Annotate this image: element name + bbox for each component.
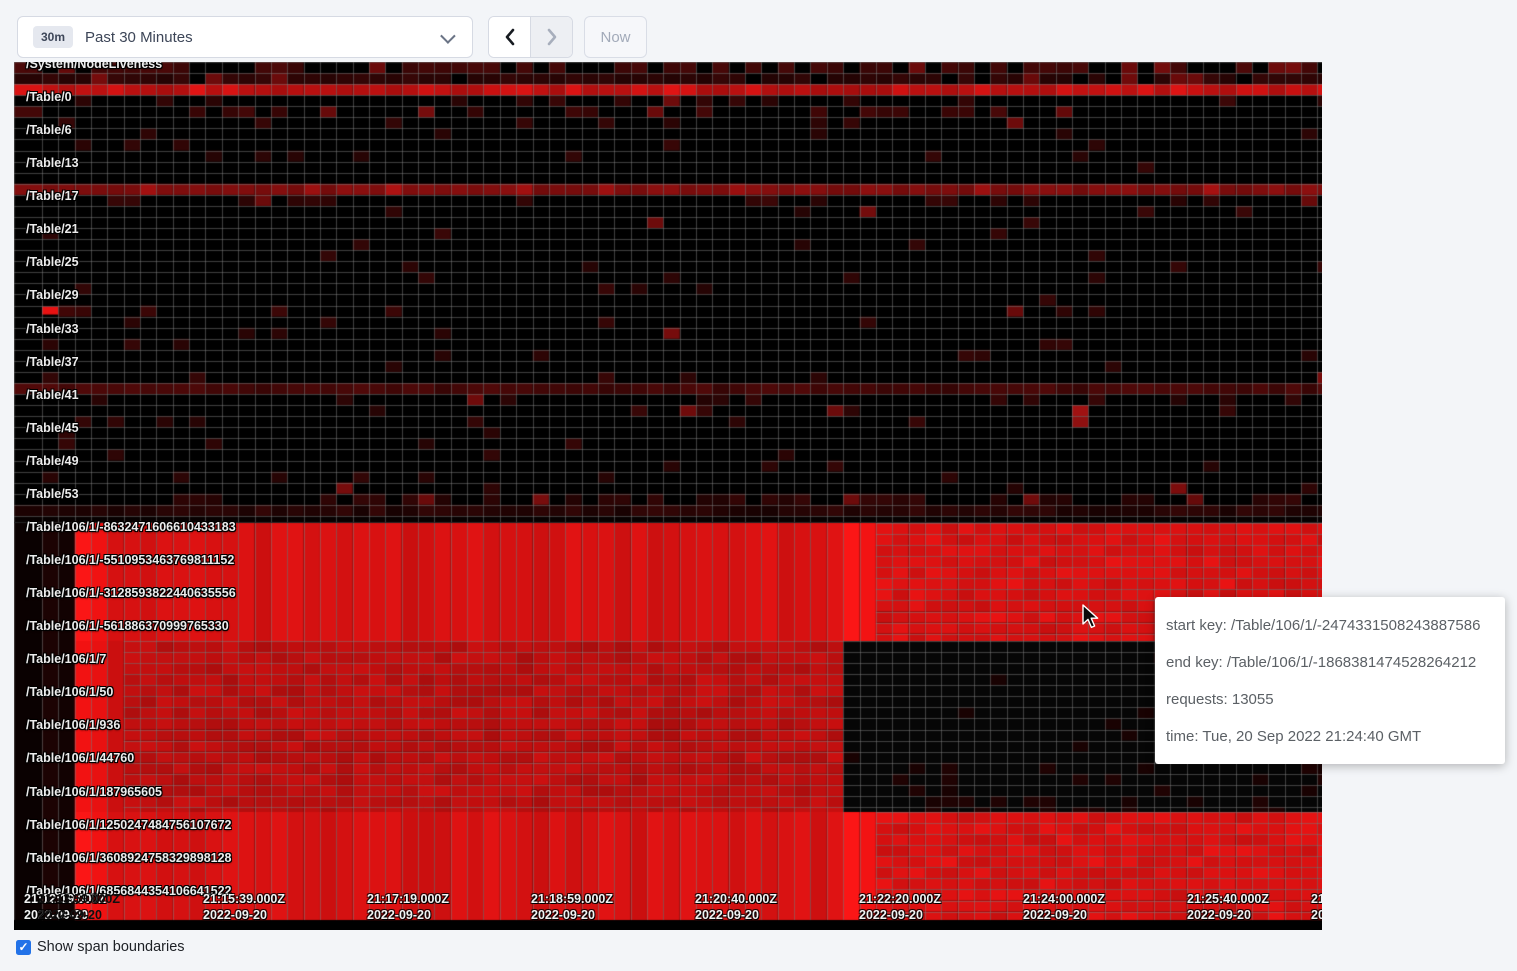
chevron-right-icon xyxy=(546,28,558,46)
time-nav-group xyxy=(488,16,573,58)
time-range-label: Past 30 Minutes xyxy=(85,29,441,46)
tooltip-start-key: start key: /Table/106/1/-247433150824388… xyxy=(1166,607,1493,644)
prev-time-button[interactable] xyxy=(489,17,531,57)
tooltip-requests: requests: 13055 xyxy=(1166,681,1493,718)
chevron-left-icon xyxy=(504,28,516,46)
key-visualizer: /System/NodeLiveness/Table/0/Table/6/Tab… xyxy=(14,62,1322,930)
tooltip-end-key: end key: /Table/106/1/-18683814745282642… xyxy=(1166,644,1493,681)
key-visualizer-page: 30m Past 30 Minutes Now /System/NodeLive… xyxy=(0,0,1517,971)
mouse-cursor-icon xyxy=(1081,604,1100,630)
show-span-boundaries-label: Show span boundaries xyxy=(37,939,185,955)
tooltip-time: time: Tue, 20 Sep 2022 21:24:40 GMT xyxy=(1166,718,1493,755)
cell-tooltip: start key: /Table/106/1/-247433150824388… xyxy=(1155,597,1505,764)
next-time-button[interactable] xyxy=(531,17,572,57)
time-range-badge: 30m xyxy=(33,26,73,48)
show-span-boundaries-checkbox[interactable]: ✓ xyxy=(16,940,31,955)
time-range-select[interactable]: 30m Past 30 Minutes xyxy=(17,16,473,58)
chevron-down-icon xyxy=(440,28,456,44)
footer-controls: ✓ Show span boundaries xyxy=(16,939,185,955)
key-visualizer-heatmap[interactable] xyxy=(14,62,1322,930)
now-button[interactable]: Now xyxy=(584,16,647,58)
